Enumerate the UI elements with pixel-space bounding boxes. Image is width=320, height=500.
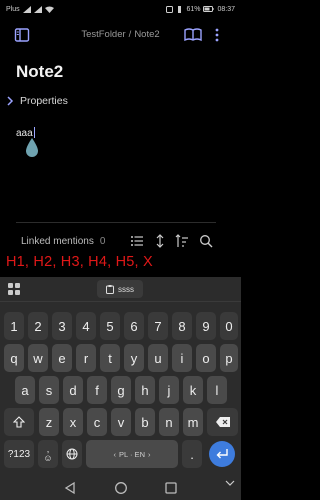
back-icon[interactable] xyxy=(63,481,77,495)
linked-mentions[interactable]: Linked mentions 0 xyxy=(21,236,105,247)
globe-icon xyxy=(66,448,78,460)
key-e[interactable]: e xyxy=(52,344,72,372)
more-options-icon[interactable] xyxy=(212,27,222,43)
signal-icon-2 xyxy=(33,5,42,13)
key-6[interactable]: 6 xyxy=(124,312,144,340)
chevron-right-icon xyxy=(7,96,14,106)
key-z[interactable]: z xyxy=(39,408,59,436)
enter-icon xyxy=(216,449,228,459)
top-bar: TestFolder / Note2 xyxy=(0,22,241,48)
key-x[interactable]: x xyxy=(63,408,83,436)
key-k[interactable]: k xyxy=(183,376,203,404)
key-g[interactable]: g xyxy=(111,376,131,404)
emoji-icon: ☺ xyxy=(43,453,53,463)
backspace-key[interactable] xyxy=(207,408,238,436)
backspace-icon xyxy=(215,417,230,427)
key-c[interactable]: c xyxy=(87,408,107,436)
navigation-bar xyxy=(0,476,241,500)
key-s[interactable]: s xyxy=(39,376,59,404)
cursor-handle-icon[interactable] xyxy=(24,137,40,159)
key-j[interactable]: j xyxy=(159,376,179,404)
key-7[interactable]: 7 xyxy=(148,312,168,340)
spacebar-right-arrow: › xyxy=(147,449,151,459)
clock: 08:37 xyxy=(217,5,235,13)
key-t[interactable]: t xyxy=(100,344,120,372)
key-a[interactable]: a xyxy=(15,376,35,404)
key-0[interactable]: 0 xyxy=(220,312,238,340)
key-2[interactable]: 2 xyxy=(28,312,48,340)
key-m[interactable]: m xyxy=(183,408,203,436)
keyboard-apps-icon[interactable] xyxy=(8,283,20,295)
key-3[interactable]: 3 xyxy=(52,312,72,340)
breadcrumb-folder[interactable]: TestFolder xyxy=(81,29,125,40)
key-8[interactable]: 8 xyxy=(172,312,192,340)
key-u[interactable]: u xyxy=(148,344,168,372)
carrier-label: Plus xyxy=(6,5,20,13)
shift-key[interactable] xyxy=(4,408,34,436)
keyboard: ssss 1 2 3 4 5 6 7 8 9 0 q w e r t y u i… xyxy=(0,277,241,500)
key-4[interactable]: 4 xyxy=(76,312,96,340)
clipboard-icon xyxy=(106,284,114,294)
key-v[interactable]: v xyxy=(111,408,131,436)
sort-icon[interactable] xyxy=(175,234,189,248)
breadcrumb-separator: / xyxy=(128,29,132,40)
emoji-key[interactable]: , ☺ xyxy=(38,440,58,468)
properties-toggle[interactable]: Properties xyxy=(6,95,68,107)
reading-view-icon[interactable] xyxy=(184,27,202,43)
key-y[interactable]: y xyxy=(124,344,144,372)
wifi-icon xyxy=(44,6,54,13)
battery-icon xyxy=(203,6,215,12)
key-5[interactable]: 5 xyxy=(100,312,120,340)
key-n[interactable]: n xyxy=(159,408,179,436)
recents-icon[interactable] xyxy=(164,481,178,495)
collapse-expand-icon[interactable] xyxy=(153,234,167,248)
spacebar[interactable]: ‹ PL · EN › xyxy=(86,440,178,468)
keyboard-toolbar: ssss xyxy=(0,277,241,301)
key-d[interactable]: d xyxy=(63,376,83,404)
spacebar-label: PL · EN xyxy=(119,449,145,459)
list-view-icon[interactable] xyxy=(130,234,144,248)
period-key[interactable]: . xyxy=(182,440,202,468)
key-9[interactable]: 9 xyxy=(196,312,216,340)
key-b[interactable]: b xyxy=(135,408,155,436)
symbols-key[interactable]: ?123 xyxy=(4,440,34,468)
enter-key[interactable] xyxy=(209,441,235,467)
status-bar: Plus 61% 08:37 xyxy=(0,0,241,18)
key-p[interactable]: p xyxy=(220,344,238,372)
shift-icon xyxy=(13,416,25,428)
breadcrumb[interactable]: TestFolder / Note2 xyxy=(0,29,241,40)
spacebar-left-arrow: ‹ xyxy=(113,449,117,459)
signal-icon xyxy=(22,5,31,13)
key-r[interactable]: r xyxy=(76,344,96,372)
keyboard-divider xyxy=(0,301,241,302)
linked-mentions-label: Linked mentions xyxy=(21,236,94,247)
vibrate-icon xyxy=(178,5,182,13)
clipboard-suggestion[interactable]: ssss xyxy=(97,280,143,298)
properties-label: Properties xyxy=(20,95,68,107)
globe-key[interactable] xyxy=(62,440,82,468)
key-l[interactable]: l xyxy=(207,376,227,404)
home-icon[interactable] xyxy=(114,481,128,495)
key-q[interactable]: q xyxy=(4,344,24,372)
overlay-annotation: H1, H2, H3, H4, H5, X xyxy=(6,254,153,270)
note-title[interactable]: Note2 xyxy=(16,62,63,82)
key-1[interactable]: 1 xyxy=(4,312,24,340)
key-f[interactable]: f xyxy=(87,376,107,404)
divider xyxy=(16,222,216,223)
key-o[interactable]: o xyxy=(196,344,216,372)
key-h[interactable]: h xyxy=(135,376,155,404)
key-i[interactable]: i xyxy=(172,344,192,372)
battery-percent: 61% xyxy=(186,5,201,13)
clipboard-text: ssss xyxy=(118,284,134,294)
key-w[interactable]: w xyxy=(28,344,48,372)
search-icon[interactable] xyxy=(199,234,213,248)
nfc-icon xyxy=(166,5,174,13)
linked-mentions-count: 0 xyxy=(99,236,106,247)
breadcrumb-note: Note2 xyxy=(134,29,160,40)
